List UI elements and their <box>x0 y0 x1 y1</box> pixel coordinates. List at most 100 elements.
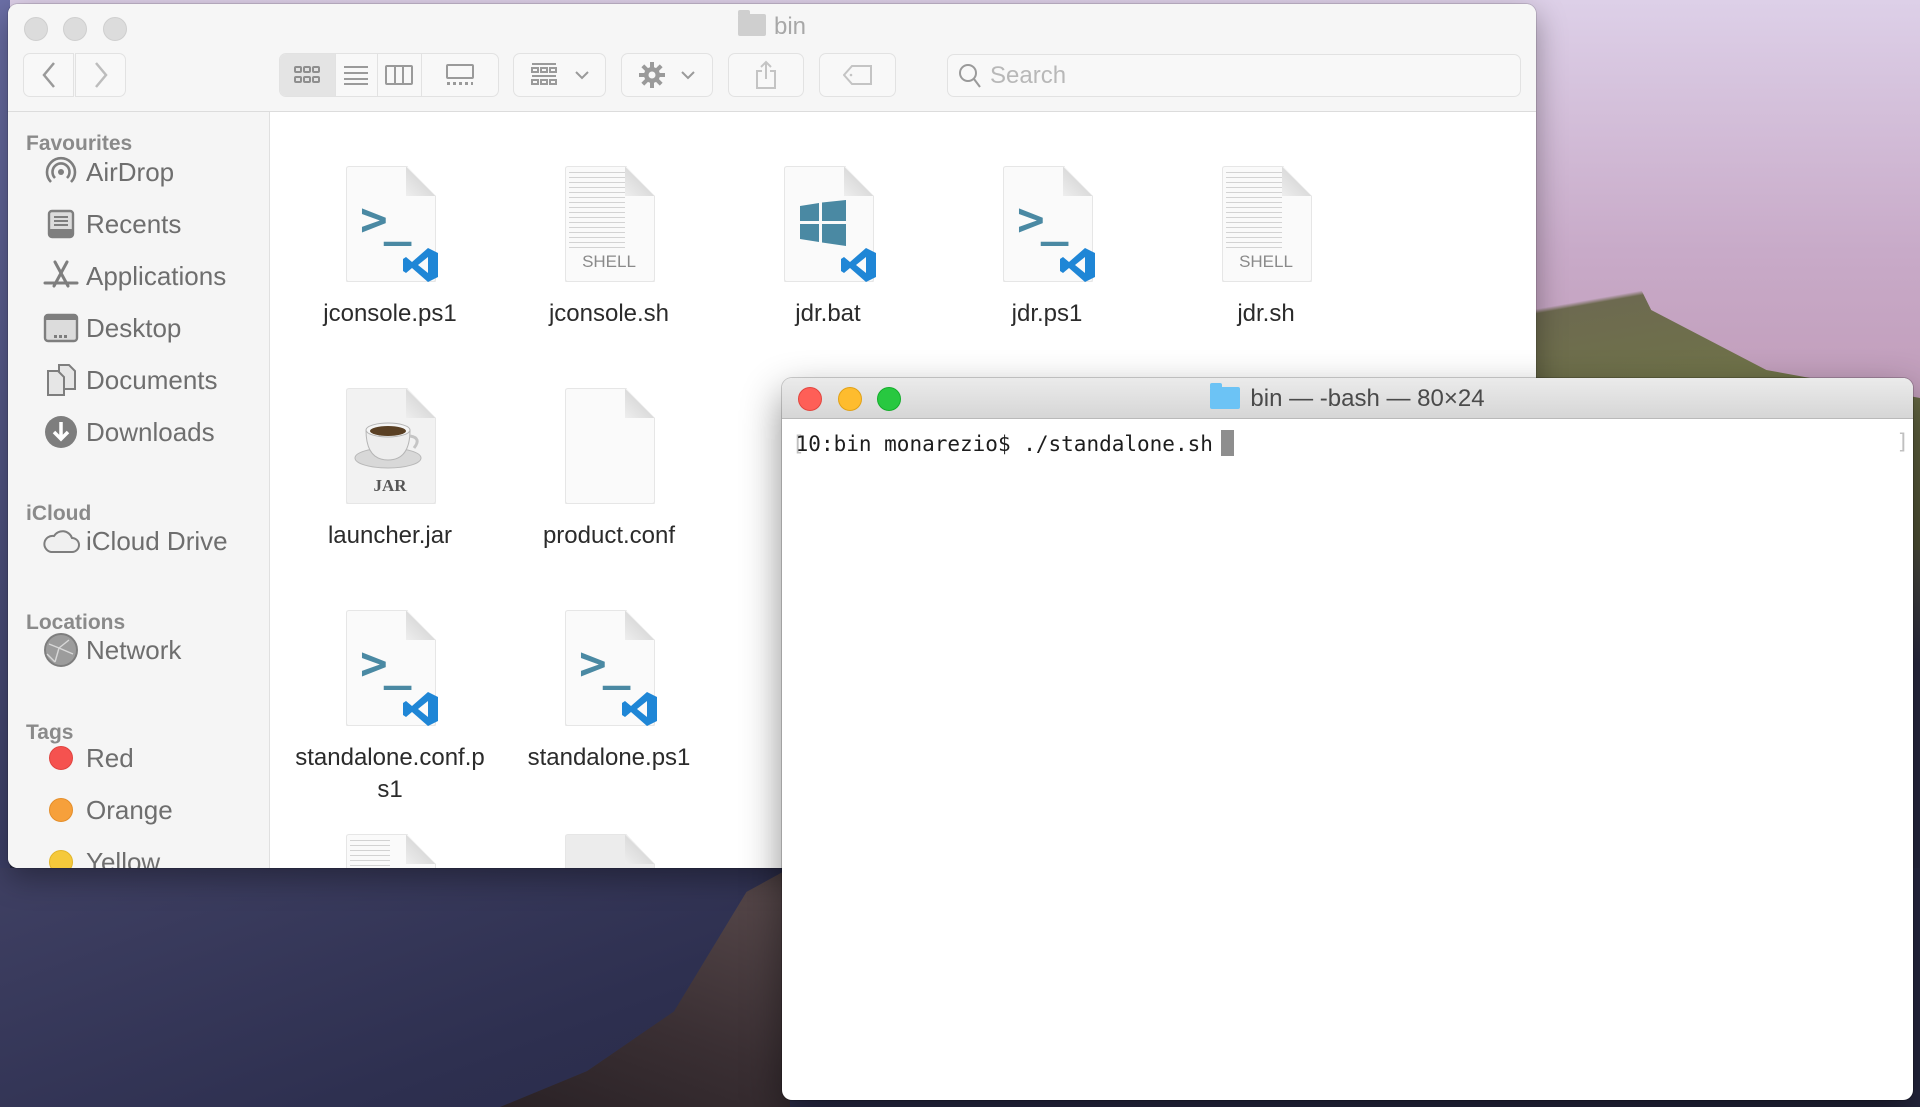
file-item[interactable]: >_ jdr.ps1 <box>942 162 1152 330</box>
share-icon <box>756 60 776 89</box>
sidebar-item-airdrop[interactable]: AirDrop <box>42 152 174 192</box>
red-tag-dot-icon <box>49 746 73 770</box>
sidebar-item-recents[interactable]: Recents <box>42 204 181 244</box>
search-input[interactable] <box>990 61 1490 90</box>
list-view-button[interactable] <box>336 54 379 96</box>
powershell-file-icon: >_ <box>559 606 659 728</box>
downloads-icon <box>42 413 80 451</box>
desktop-icon <box>42 309 80 347</box>
icon-view-button[interactable] <box>280 54 336 96</box>
sidebar-item-documents[interactable]: Documents <box>42 360 218 400</box>
terminal-titlebar[interactable]: bin — -bash — 80×24 <box>782 378 1913 419</box>
vscode-badge-icon <box>403 248 438 282</box>
powershell-file-icon: >_ <box>340 606 440 728</box>
coffee-cup-icon <box>354 422 422 469</box>
powershell-file-icon: >_ <box>340 162 440 284</box>
shell-prompt: 10:bin monarezio$ <box>795 432 1024 456</box>
share-button[interactable] <box>728 53 804 97</box>
yellow-tag-dot-icon <box>49 850 73 868</box>
gallery-icon <box>445 64 474 85</box>
sidebar-item-tag-yellow[interactable]: Yellow <box>42 842 160 868</box>
list-icon <box>344 66 369 85</box>
gallery-view-button[interactable] <box>422 54 498 96</box>
file-item-partial[interactable] <box>285 830 495 868</box>
sidebar-item-label: AirDrop <box>86 156 175 187</box>
sidebar-item-label: Desktop <box>86 312 182 343</box>
text-document-icon <box>340 830 440 868</box>
shell-script-icon: SHELL <box>1216 162 1316 284</box>
mark-bracket-right: ] <box>1896 430 1909 454</box>
sidebar-item-icloud-drive[interactable]: iCloud Drive <box>42 521 228 561</box>
icon-grid-icon <box>294 66 321 83</box>
sidebar-item-applications[interactable]: Applications <box>42 256 226 296</box>
chevron-down-icon <box>681 71 695 80</box>
group-by-button[interactable] <box>513 53 606 97</box>
file-item[interactable]: SHELL jdr.sh <box>1161 162 1371 330</box>
sidebar-item-tag-orange[interactable]: Orange <box>42 790 173 830</box>
action-menu-button[interactable] <box>621 53 713 97</box>
tag-icon <box>842 65 872 85</box>
file-item[interactable]: JAR launcher.jar <box>285 384 495 552</box>
chevron-right-icon <box>94 62 108 88</box>
jar-file-icon: JAR <box>340 384 440 506</box>
orange-tag-dot-icon <box>49 798 73 822</box>
sidebar-item-tag-red[interactable]: Red <box>42 738 134 778</box>
sidebar-item-label: Yellow <box>86 846 161 869</box>
sidebar-item-label: Network <box>86 634 182 665</box>
sidebar-item-label: Applications <box>86 260 227 291</box>
sidebar-item-label: Downloads <box>86 416 215 447</box>
file-item[interactable]: >_ standalone.conf.p s1 <box>285 606 495 806</box>
blank-document-icon <box>559 384 659 506</box>
vscode-badge-icon <box>403 692 438 726</box>
group-by-icon <box>530 63 557 85</box>
gear-icon <box>639 62 665 88</box>
columns-icon <box>385 65 414 85</box>
vscode-badge-icon <box>1060 248 1095 282</box>
forward-button[interactable] <box>75 53 126 97</box>
recents-icon <box>42 205 80 243</box>
sidebar: Favourites AirDrop Recents Applications … <box>8 112 270 868</box>
file-item[interactable]: jdr.bat <box>723 162 933 330</box>
file-item-partial[interactable] <box>504 830 714 868</box>
vscode-badge-icon <box>622 692 657 726</box>
edit-tags-button[interactable] <box>819 53 896 97</box>
shell-script-icon: SHELL <box>559 162 659 284</box>
view-mode-segmented-control <box>279 53 499 97</box>
powershell-file-icon: >_ <box>997 162 1097 284</box>
terminal-output[interactable]: [10:bin monarezio$ ./standalone.sh ] <box>782 420 1913 1100</box>
column-view-button[interactable] <box>378 54 422 96</box>
folder-icon <box>737 10 766 36</box>
chevron-left-icon <box>41 62 55 88</box>
sidebar-item-label: Red <box>86 742 134 773</box>
back-button[interactable] <box>23 53 74 97</box>
sidebar-item-label: Recents <box>86 208 182 239</box>
text-cursor <box>1220 430 1234 456</box>
documents-icon <box>42 361 80 399</box>
batch-file-icon <box>778 162 878 284</box>
terminal-window: bin — -bash — 80×24 [10:bin monarezio$ .… <box>782 378 1913 1100</box>
folder-icon <box>1210 383 1241 409</box>
cloud-icon <box>42 522 80 560</box>
search-icon <box>959 63 981 88</box>
window-title: bin <box>8 10 1536 41</box>
file-item[interactable]: >_ standalone.ps1 <box>504 606 714 774</box>
network-icon <box>42 631 80 669</box>
sidebar-item-downloads[interactable]: Downloads <box>42 412 215 452</box>
document-icon <box>559 830 659 868</box>
file-item[interactable]: >_ jconsole.ps1 <box>285 162 495 330</box>
sidebar-item-network[interactable]: Network <box>42 630 181 670</box>
applications-icon <box>42 257 80 295</box>
airdrop-icon <box>42 153 80 191</box>
search-field[interactable] <box>947 54 1521 97</box>
sidebar-item-label: iCloud Drive <box>86 525 228 556</box>
file-item[interactable]: product.conf <box>504 384 714 552</box>
sidebar-item-label: Orange <box>86 794 173 825</box>
file-item[interactable]: SHELL jconsole.sh <box>504 162 714 330</box>
vscode-badge-icon <box>841 248 876 282</box>
finder-toolbar: bin <box>8 4 1536 112</box>
typed-command: ./standalone.sh <box>1023 432 1213 456</box>
chevron-down-icon <box>574 71 589 80</box>
sidebar-item-desktop[interactable]: Desktop <box>42 308 181 348</box>
sidebar-item-label: Documents <box>86 364 218 395</box>
windows-logo-icon <box>800 200 846 246</box>
